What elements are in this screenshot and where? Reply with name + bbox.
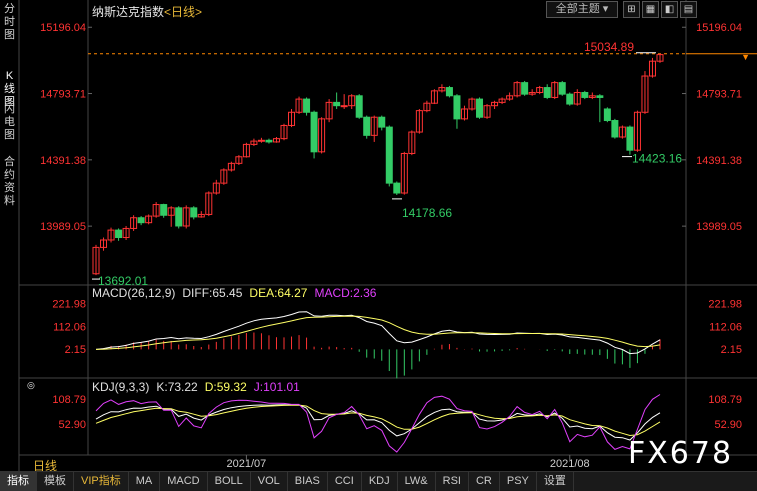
price-marker-icon: ▼ — [741, 52, 750, 62]
kdj-k-label: K:73.22 — [156, 380, 198, 394]
x-axis-label: 2021/08 — [550, 458, 590, 470]
indicator-toolbar: 指标 模板 VIP指标 MA MACD BOLL VOL BIAS CCI KDJ LW& RSI CR… — [0, 471, 757, 491]
candle-body — [393, 182, 401, 194]
price-axis-label-right: 15196.04 — [696, 22, 742, 34]
candle-body — [611, 120, 619, 138]
recent-low-annotation: 14423.16 — [632, 152, 682, 166]
candle-body — [175, 207, 183, 227]
macd-dea-line — [95, 315, 661, 350]
watermark: FX678 — [628, 436, 734, 471]
candle-body — [581, 92, 589, 98]
price-axis-label-right: 14391.38 — [696, 155, 742, 167]
indicator-tab-ma[interactable]: MA — [129, 472, 161, 491]
price-axis-label-left: 13989.05 — [40, 221, 86, 233]
macd-dea-label: DEA:64.27 — [249, 286, 307, 300]
kdj-j-label: J:101.01 — [254, 380, 300, 394]
price-axis-label-right: 14793.71 — [696, 89, 742, 101]
chart-title: 纳斯达克指数<日线> — [92, 3, 202, 20]
candle-body — [303, 98, 311, 113]
price-axis-label-left: 14793.71 — [40, 89, 86, 101]
kdj-pane — [95, 394, 661, 453]
candle-body — [453, 95, 461, 120]
chart-style-icon[interactable]: ◧ — [661, 1, 678, 18]
macd-axis-label-left: 2.15 — [65, 344, 86, 356]
kline-chart[interactable]: 15196.04 15196.04 14793.71 14793.71 14391.38… — [0, 0, 757, 490]
macd-diff-label: DIFF:65.45 — [182, 286, 242, 300]
indicator-tab-lw[interactable]: LW& — [398, 472, 436, 491]
calendar-icon[interactable]: ▦ — [642, 1, 659, 18]
low-annotation: 14178.66 — [402, 206, 452, 220]
indicator-tab-rsi[interactable]: RSI — [436, 472, 469, 491]
x-axis-label: 2021/07 — [227, 458, 267, 470]
candle-body — [340, 105, 348, 108]
macd-diff-line — [95, 311, 661, 355]
candle-body — [603, 108, 611, 122]
indicator-tab-cci[interactable]: CCI — [328, 472, 362, 491]
price-axis-label-left: 15196.04 — [40, 22, 86, 34]
indicator-tab-psy[interactable]: PSY — [500, 472, 537, 491]
candle-body — [190, 207, 198, 218]
period-indicator[interactable]: <日线> — [164, 5, 202, 19]
candle-body — [160, 204, 168, 216]
candle-body — [257, 139, 265, 142]
macd-pane — [95, 311, 661, 379]
price-axis-label-right: 13989.05 — [696, 221, 742, 233]
indicator-tab-[interactable]: 指标 — [0, 472, 37, 491]
kdj-axis-label-right: 108.79 — [708, 394, 742, 406]
tab-time-sharing[interactable]: 分时图 — [0, 3, 19, 42]
candle-body — [521, 82, 529, 95]
tab-contract-info[interactable]: 合约资料 — [0, 156, 19, 208]
candle-body — [543, 87, 551, 98]
grid-icon[interactable]: ⊞ — [623, 1, 640, 18]
theme-selector[interactable]: 全部主题 ▾ — [546, 1, 618, 18]
candle-body — [558, 82, 566, 95]
candle-body — [378, 116, 386, 128]
kdj-axis-label-right: 52.90 — [714, 419, 742, 431]
kdj-axis-label-left: 52.90 — [58, 419, 86, 431]
macd-axis-label-left: 112.06 — [53, 321, 86, 333]
indicator-tab-cr[interactable]: CR — [469, 472, 500, 491]
indicator-tab-bias[interactable]: BIAS — [288, 472, 328, 491]
high-annotation: 15034.89 — [584, 40, 634, 54]
kdj-axis-label-left: 108.79 — [52, 394, 86, 406]
indicator-tab-[interactable]: 设置 — [537, 472, 574, 491]
macd-macd-label: MACD:2.36 — [314, 286, 376, 300]
candlestick-series — [92, 53, 664, 276]
candle-body — [476, 98, 484, 118]
price-axis-label-left: 14391.38 — [40, 155, 86, 167]
candle-body — [265, 139, 273, 143]
instrument-name: 纳斯达克指数 — [92, 5, 165, 19]
chevron-down-icon: ▾ — [602, 3, 609, 15]
settings-icon[interactable]: ▤ — [680, 1, 697, 18]
kdj-k-line — [95, 404, 661, 441]
macd-axis-label-right: 2.15 — [721, 344, 742, 356]
macd-title-label: MACD(26,12,9) — [92, 286, 175, 300]
candle-body — [115, 229, 123, 239]
candle-body — [310, 111, 318, 153]
candle-body — [333, 101, 341, 107]
kdj-title-label: KDJ(9,3,3) — [92, 380, 149, 394]
kdj-j-line — [95, 394, 661, 453]
indicator-tab-vip[interactable]: VIP指标 — [74, 472, 129, 491]
candle-body — [363, 116, 371, 136]
candle-body — [445, 87, 453, 97]
candle-body — [626, 126, 634, 151]
candle-body — [355, 95, 363, 118]
tab-flash[interactable]: 闪电图 — [0, 103, 19, 142]
candle-body — [137, 217, 145, 224]
indicator-tab-[interactable]: 模板 — [37, 472, 74, 491]
kdj-settings-icon: ◎ — [27, 380, 35, 390]
candle-body — [385, 126, 393, 184]
indicator-tab-vol[interactable]: VOL — [251, 472, 288, 491]
indicator-tab-kdj[interactable]: KDJ — [362, 472, 398, 491]
indicator-tab-macd[interactable]: MACD — [160, 472, 208, 491]
macd-axis-label-right: 112.06 — [709, 321, 742, 333]
candle-body — [566, 93, 574, 105]
indicator-tab-boll[interactable]: BOLL — [208, 472, 251, 491]
candle-body — [596, 95, 604, 98]
kdj-d-line — [95, 404, 661, 437]
macd-axis-label-right: 221.98 — [708, 299, 742, 311]
macd-axis-label-left: 221.98 — [52, 299, 86, 311]
kdj-d-label: D:59.32 — [205, 380, 247, 394]
